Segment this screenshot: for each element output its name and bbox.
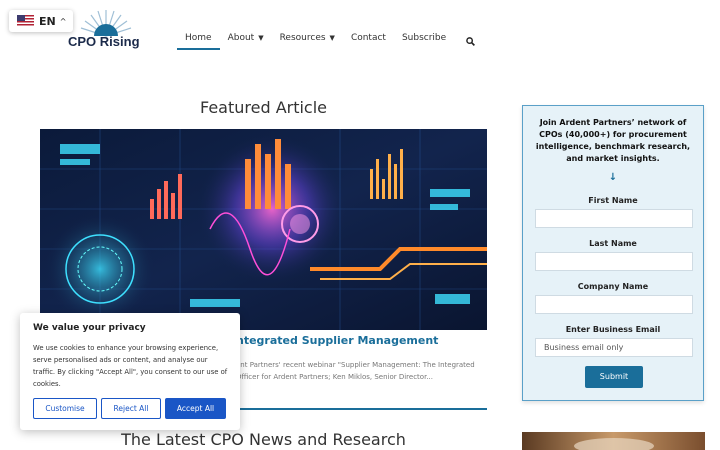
first-name-field[interactable] <box>535 209 693 228</box>
nav-subscribe-label: Subscribe <box>401 33 447 43</box>
featured-article-excerpt: ent Partners' recent webinar "Supplier M… <box>236 361 475 381</box>
nav-about[interactable]: About ▼ <box>228 30 264 46</box>
featured-heading: Featured Article <box>199 98 328 117</box>
customise-button[interactable]: Customise <box>33 398 97 419</box>
main-nav: Home About ▼ Resources ▼ Contact Subscribe <box>177 30 462 50</box>
latest-heading: The Latest CPO News and Research <box>121 430 406 449</box>
first-name-label: First Name <box>588 196 638 205</box>
nav-contact[interactable]: Contact <box>351 30 386 46</box>
signup-intro: Join Ardent Partners’ network of CPOs (4… <box>535 118 691 163</box>
reject-all-button[interactable]: Reject All <box>101 398 161 419</box>
site-logo[interactable]: CPO Rising <box>68 8 148 50</box>
signup-form: Join Ardent Partners’ network of CPOs (4… <box>522 105 704 401</box>
email-field[interactable]: Business email only <box>535 338 693 357</box>
featured-article-image[interactable] <box>40 129 487 330</box>
language-switcher[interactable]: EN ^ <box>9 10 73 32</box>
last-name-field[interactable] <box>535 252 693 271</box>
chevron-down-icon: ▼ <box>258 34 264 42</box>
cookie-body: We use cookies to enhance your browsing … <box>33 344 228 388</box>
nav-home-label: Home <box>185 33 212 43</box>
sidebar-image[interactable] <box>522 432 705 450</box>
nav-contact-label: Contact <box>350 33 386 43</box>
company-name-field[interactable] <box>535 295 693 314</box>
company-name-label: Company Name <box>577 282 649 291</box>
cookie-banner: We value your privacy We use cookies to … <box>20 313 240 430</box>
nav-subscribe[interactable]: Subscribe <box>402 30 446 46</box>
language-code: EN <box>39 14 56 28</box>
email-label: Enter Business Email <box>565 325 661 334</box>
submit-button[interactable]: Submit <box>585 366 643 388</box>
search-icon[interactable] <box>466 37 475 46</box>
accept-all-button[interactable]: Accept All <box>165 398 226 419</box>
nav-resources-label: Resources <box>279 33 326 43</box>
chevron-down-icon: ▼ <box>329 34 335 42</box>
featured-article-title[interactable]: ntegrated Supplier Management <box>236 334 438 347</box>
nav-home[interactable]: Home <box>177 30 220 50</box>
us-flag-icon <box>17 15 34 27</box>
logo-text: CPO Rising <box>68 34 140 49</box>
last-name-label: Last Name <box>589 239 637 248</box>
arrow-down-icon: ↓ <box>608 172 618 183</box>
chevron-up-icon: ^ <box>59 16 67 26</box>
nav-resources[interactable]: Resources ▼ <box>280 30 335 46</box>
cookie-title: We value your privacy <box>33 323 146 333</box>
nav-about-label: About <box>227 33 255 43</box>
